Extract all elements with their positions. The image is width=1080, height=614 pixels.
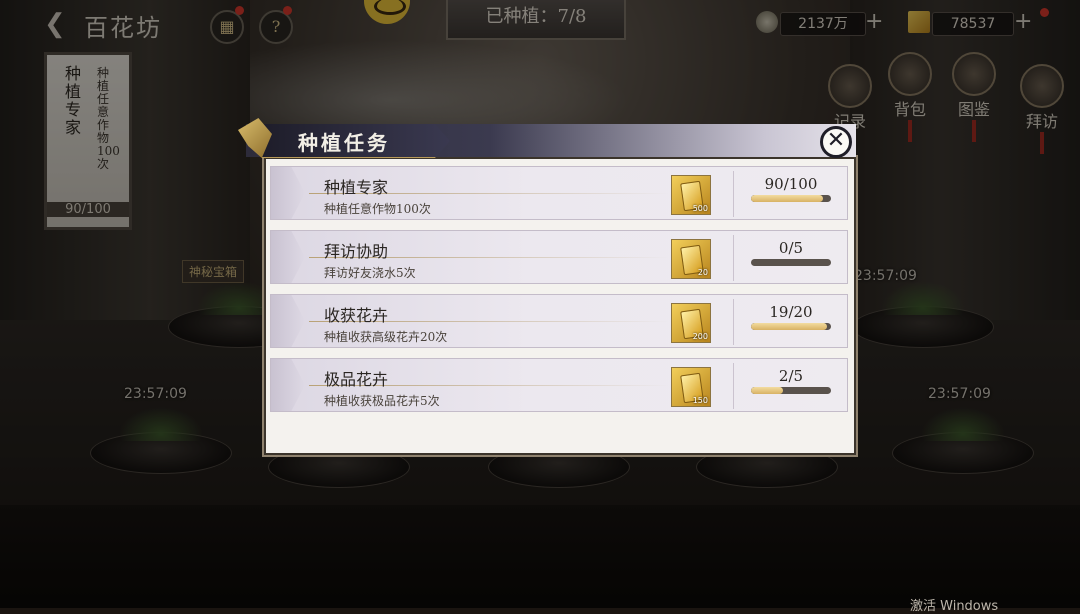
windows-activation-watermark: 激活 Windows [910, 599, 999, 614]
gold-bar-reward-icon[interactable]: 20 [671, 239, 711, 279]
task-progress-bar [751, 195, 831, 202]
task-progress-fill [751, 195, 823, 202]
task-progress-bar [751, 323, 831, 330]
task-name: 种植专家 [324, 178, 389, 197]
task-desc: 种植任意作物100次 [324, 202, 431, 216]
gold-bar-reward-icon[interactable]: 200 [671, 303, 711, 343]
modal-title: 种植任务 [298, 131, 390, 155]
task-progress-text: 0/5 [778, 239, 804, 257]
task-desc: 拜访好友浇水5次 [324, 266, 416, 280]
task-row[interactable]: 拜访协助拜访好友浇水5次 20 0/5 [270, 230, 848, 284]
reward-qty: 20 [697, 268, 708, 277]
row-divider [733, 235, 734, 281]
task-progress-text: 2/5 [778, 367, 804, 385]
task-progress-bar [751, 259, 831, 266]
task-progress-text: 19/20 [769, 303, 813, 321]
task-name: 拜访协助 [324, 242, 389, 261]
task-row[interactable]: 种植专家种植任意作物100次 500 90/100 [270, 166, 848, 220]
task-name: 收获花卉 [324, 306, 389, 325]
task-progress-text: 90/100 [764, 175, 818, 193]
task-row[interactable]: 极品花卉种植收获极品花卉5次 150 2/5 [270, 358, 848, 412]
task-progress-fill [751, 387, 783, 394]
task-progress-fill [751, 323, 827, 330]
gold-bar-reward-icon[interactable]: 150 [671, 367, 711, 407]
task-row[interactable]: 收获花卉种植收获高级花卉20次 200 19/20 [270, 294, 848, 348]
row-divider [733, 363, 734, 409]
row-divider [733, 171, 734, 217]
row-divider [733, 299, 734, 345]
task-desc: 种植收获极品花卉5次 [324, 394, 440, 408]
task-name: 极品花卉 [324, 370, 389, 389]
task-desc: 种植收获高级花卉20次 [324, 330, 448, 344]
reward-qty: 150 [692, 396, 708, 405]
task-progress-bar [751, 387, 831, 394]
reward-qty: 200 [692, 332, 708, 341]
reward-qty: 500 [692, 204, 708, 213]
gold-bar-reward-icon[interactable]: 500 [671, 175, 711, 215]
close-icon[interactable]: ✕ [820, 126, 852, 158]
